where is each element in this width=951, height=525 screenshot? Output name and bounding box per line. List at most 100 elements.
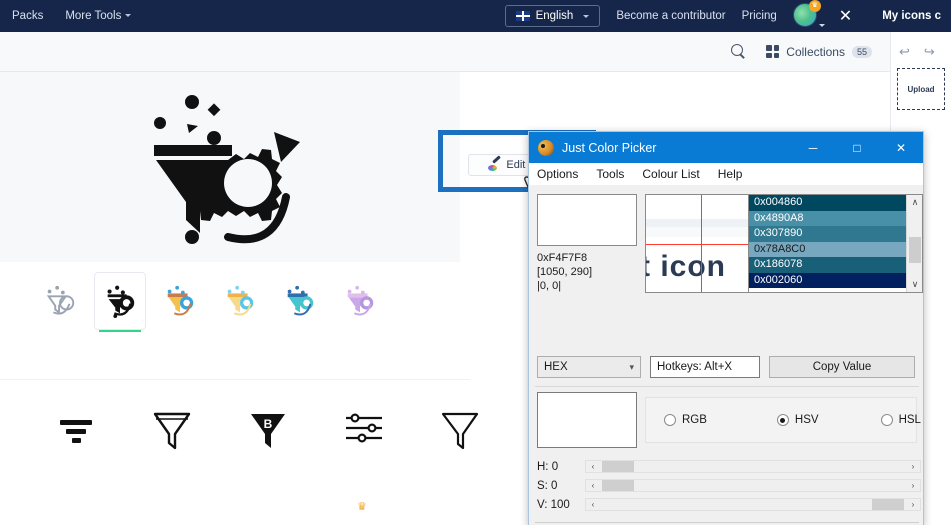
radio-dot (776, 414, 789, 426)
colour-list[interactable]: 0x004860 0x4890A8 0x307890 0x78A8C0 0x18… (748, 194, 923, 293)
variant-color-gold[interactable] (214, 272, 266, 330)
cursor-coordinates: [1050, 290] (537, 266, 593, 278)
slider-right-arrow-icon[interactable]: › (906, 500, 920, 509)
redo-icon[interactable]: ↪ (924, 44, 935, 60)
magnifier-text: t icon (645, 250, 726, 283)
crosshair-horizontal (646, 244, 754, 245)
user-avatar-menu[interactable]: ♛ (792, 0, 825, 29)
divider (535, 386, 919, 387)
collections-count-badge: 55 (851, 45, 872, 58)
collections-label: Collections (786, 44, 845, 59)
format-select[interactable]: HEX ▾ (537, 356, 641, 378)
copy-value-button[interactable]: Copy Value (769, 356, 915, 378)
slider-thumb[interactable] (872, 499, 904, 510)
scroll-up-icon[interactable]: ∧ (907, 195, 923, 210)
undo-icon[interactable]: ↩ (899, 44, 910, 60)
variant-color-purple[interactable] (334, 272, 386, 330)
radio-hsv[interactable]: HSV (776, 414, 819, 426)
slider-right-arrow-icon[interactable]: › (906, 462, 920, 471)
offset-coordinates: |0, 0| (537, 280, 562, 292)
channel-v-slider[interactable]: ‹ › (585, 498, 921, 511)
undo-redo-row: ↩ ↪ (891, 32, 951, 60)
color-info-lines: 0xF4F7F8 [1050, 290] |0, 0| (537, 251, 592, 293)
jcp-body: 0xF4F7F8 [1050, 290] |0, 0| t icon 0x004… (529, 185, 923, 525)
channel-s-slider[interactable]: ‹ › (585, 479, 921, 492)
variant-outline-grey[interactable] (34, 272, 86, 330)
variant-solid-black[interactable] (94, 272, 146, 332)
filter-lines-icon[interactable] (28, 404, 124, 494)
funnel-bitcoin-icon[interactable]: B (220, 404, 316, 494)
radio-hsl[interactable]: HSL (880, 414, 921, 426)
slider-right-arrow-icon[interactable]: › (906, 481, 920, 490)
magnifier-preview: t icon (645, 194, 755, 293)
menu-colour-list[interactable]: Colour List (642, 167, 699, 181)
chevron-down-icon: ▾ (629, 361, 634, 372)
slider-left-arrow-icon[interactable]: ‹ (586, 481, 600, 490)
funnel-outline-icon[interactable] (124, 404, 220, 494)
list-item[interactable]: 0x307890 (749, 226, 906, 242)
nav-link-pricing[interactable]: Pricing (742, 10, 777, 22)
upload-dropzone[interactable]: Upload (897, 68, 945, 110)
topnav-right-group: English Become a contributor Pricing ♛ ✕… (504, 0, 951, 32)
maximize-icon[interactable]: □ (835, 132, 879, 163)
list-item[interactable]: 0x186078 (749, 257, 906, 273)
jcp-menubar: Options Tools Colour List Help (529, 163, 923, 185)
svg-text:B: B (264, 417, 273, 431)
radio-dot (880, 414, 893, 426)
close-icon[interactable]: ✕ (835, 6, 856, 26)
close-icon[interactable]: ✕ (879, 132, 923, 163)
style-search-bar: h × Search more icons in this style (0, 342, 470, 380)
channel-h-slider[interactable]: ‹ › (585, 460, 921, 473)
jcp-titlebar[interactable]: Just Color Picker ─ □ ✕ (529, 132, 923, 163)
funnel-thin-icon[interactable] (412, 404, 508, 494)
secondary-toolbar: Collections 55 (0, 32, 890, 72)
sliders-settings-icon[interactable] (316, 404, 412, 494)
variant-color-yellow[interactable] (154, 272, 206, 330)
topnav-left-links: Packs More Tools (0, 10, 132, 22)
grid-icon (766, 45, 780, 58)
nav-link-become-contributor[interactable]: Become a contributor (616, 10, 725, 22)
scroll-down-icon[interactable]: ∨ (907, 277, 923, 292)
slider-left-arrow-icon[interactable]: ‹ (586, 462, 600, 471)
icon-preview-area (0, 72, 460, 262)
nav-link-packs[interactable]: Packs (12, 10, 43, 22)
related-icons-grid: B (0, 388, 530, 525)
premium-crown-icon: ♛ (357, 501, 367, 513)
language-selector[interactable]: English (504, 5, 601, 27)
collections-button[interactable]: Collections 55 (766, 45, 872, 59)
channel-row-h: H: 0 ‹ › (537, 457, 921, 476)
channel-row-s: S: 0 ‹ › (537, 476, 921, 495)
minimize-icon[interactable]: ─ (791, 132, 835, 163)
scrollbar-thumb[interactable] (909, 237, 921, 263)
menu-tools[interactable]: Tools (596, 167, 624, 181)
format-select-value: HEX (544, 361, 568, 373)
search-icon[interactable] (731, 44, 746, 59)
hotkeys-field[interactable]: Hotkeys: Alt+X (650, 356, 760, 378)
hsv-channel-sliders: H: 0 ‹ › S: 0 ‹ › V: 100 ‹ › (537, 457, 921, 514)
icon-style-variants (0, 262, 460, 342)
language-label: English (535, 10, 574, 22)
slider-thumb[interactable] (602, 461, 634, 472)
slider-left-arrow-icon[interactable]: ‹ (586, 500, 600, 509)
my-icons-tab[interactable]: My icons c (872, 0, 951, 32)
channel-row-v: V: 100 ‹ › (537, 495, 921, 514)
channel-h-label: H: 0 (537, 460, 559, 473)
nav-link-more-tools[interactable]: More Tools (65, 10, 132, 22)
list-item[interactable]: 0x002060 (749, 272, 906, 288)
menu-options[interactable]: Options (537, 167, 578, 181)
pen-icon (487, 159, 500, 172)
radio-rgb[interactable]: RGB (664, 414, 707, 426)
slider-thumb[interactable] (602, 480, 634, 491)
list-item[interactable]: 0x78A8C0 (749, 241, 906, 257)
variant-color-teal[interactable] (274, 272, 326, 330)
jcp-window-buttons: ─ □ ✕ (791, 132, 923, 163)
chevron-down-icon (583, 14, 590, 18)
colour-list-scrollbar[interactable]: ∧ ∨ (906, 195, 922, 292)
list-item[interactable]: 0x4890A8 (749, 210, 906, 226)
radio-hsl-label: HSL (898, 414, 921, 426)
list-item[interactable]: 0x004860 (749, 195, 906, 211)
just-color-picker-window: Just Color Picker ─ □ ✕ Options Tools Co… (528, 131, 924, 525)
menu-help[interactable]: Help (718, 167, 743, 181)
jcp-title-label: Just Color Picker (562, 140, 657, 155)
radio-hsv-label: HSV (794, 414, 819, 426)
